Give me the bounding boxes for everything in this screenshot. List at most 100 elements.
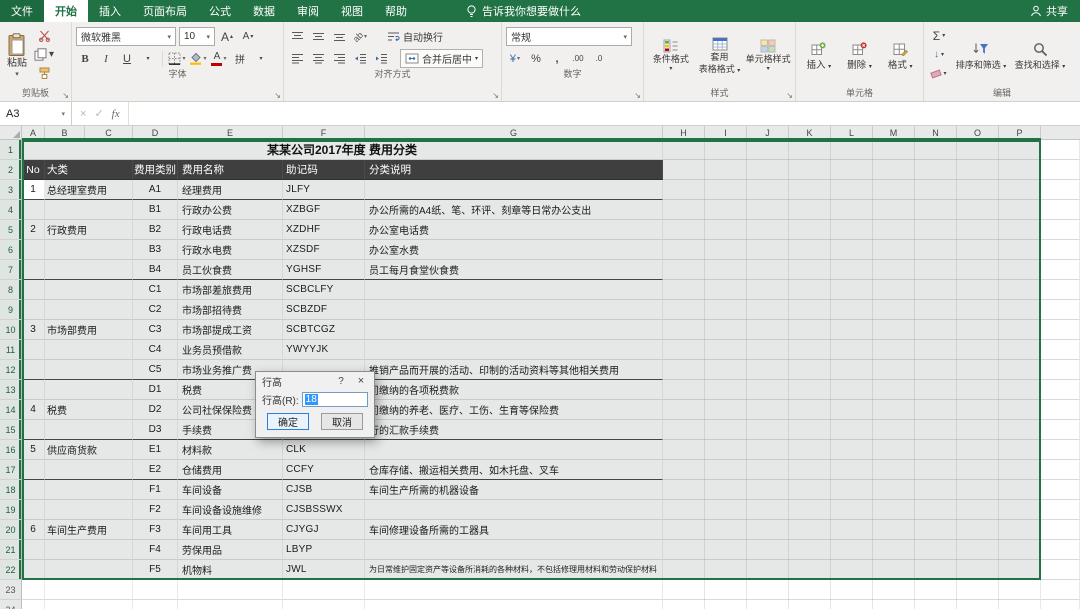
cell-code[interactable]: CLK [283, 440, 365, 460]
empty-cells-outside[interactable] [1041, 200, 1080, 220]
cell-no[interactable] [22, 500, 45, 520]
cell-type[interactable]: F1 [133, 480, 178, 500]
clipboard-dialog-launcher[interactable]: ↘ [62, 92, 69, 100]
cell-code[interactable]: YWYYJK [283, 340, 365, 360]
cell-description[interactable] [365, 540, 663, 560]
cell-category[interactable] [45, 380, 133, 400]
cell-code[interactable]: CCFY [283, 460, 365, 480]
cell-description[interactable]: 司缴纳的各项税费款 [365, 380, 663, 400]
cell-code[interactable]: XZBGF [283, 200, 365, 220]
cell-description[interactable] [365, 340, 663, 360]
wrap-text-button[interactable]: 自动换行 [383, 27, 447, 46]
cell-code[interactable]: SCBTCGZ [283, 320, 365, 340]
header-cell-code[interactable]: 助记码 [283, 160, 365, 180]
empty-cells-outside[interactable] [1041, 420, 1080, 440]
cell-code[interactable]: CJYGJ [283, 520, 365, 540]
percent-format-icon[interactable]: % [527, 50, 545, 68]
tab-文件[interactable]: 文件 [0, 0, 44, 22]
cancel-entry-icon[interactable]: × [80, 108, 86, 120]
phonetic-chevron-icon[interactable]: ▾ [252, 50, 270, 68]
bold-button[interactable]: B [76, 50, 94, 68]
cell-type[interactable]: D3 [133, 420, 178, 440]
align-top-icon[interactable] [288, 28, 306, 46]
row-header-12[interactable]: 12 [0, 360, 22, 380]
tab-数据[interactable]: 数据 [242, 0, 286, 22]
cell-empty[interactable] [45, 600, 133, 609]
insert-function-icon[interactable]: fx [112, 108, 120, 120]
cell-code[interactable]: SCBZDF [283, 300, 365, 320]
share-button[interactable]: 共享 [1018, 0, 1080, 22]
row-header-7[interactable]: 7 [0, 260, 22, 280]
cell-no[interactable] [22, 360, 45, 380]
cell-type[interactable]: F4 [133, 540, 178, 560]
cell-category[interactable] [45, 560, 133, 580]
cell-no[interactable] [22, 260, 45, 280]
cell-no[interactable] [22, 280, 45, 300]
cell-name[interactable]: 业务员预借款 [178, 340, 283, 360]
row-header-24[interactable]: 24 [0, 600, 22, 609]
empty-cells[interactable] [663, 360, 1041, 380]
row-header-14[interactable]: 14 [0, 400, 22, 420]
tab-插入[interactable]: 插入 [88, 0, 132, 22]
row-header-11[interactable]: 11 [0, 340, 22, 360]
cell-type[interactable]: E2 [133, 460, 178, 480]
cell-code[interactable]: XZSDF [283, 240, 365, 260]
cell-no[interactable] [22, 300, 45, 320]
empty-cells-outside[interactable] [1041, 400, 1080, 420]
merge-center-button[interactable]: 合并后居中 ▾ [400, 49, 483, 68]
insert-cells-button[interactable]: 插入 ▾ [800, 25, 838, 87]
cell-no[interactable]: 1 [22, 180, 45, 200]
cell-type[interactable]: C5 [133, 360, 178, 380]
cell-category[interactable] [45, 480, 133, 500]
cell-no[interactable] [22, 420, 45, 440]
font-size-combo[interactable]: 10▾ [179, 27, 215, 46]
cell-no[interactable]: 2 [22, 220, 45, 240]
row-header-4[interactable]: 4 [0, 200, 22, 220]
row-header-1[interactable]: 1 [0, 140, 22, 160]
cell-type[interactable]: C3 [133, 320, 178, 340]
fill-color-icon[interactable]: ▾ [189, 50, 207, 68]
empty-cells[interactable] [663, 400, 1041, 420]
cell-no[interactable] [22, 480, 45, 500]
row-header-17[interactable]: 17 [0, 460, 22, 480]
cell-name[interactable]: 车间设备设施维修 [178, 500, 283, 520]
cell-empty[interactable] [133, 600, 178, 609]
header-cell-type[interactable]: 费用类别 [133, 160, 178, 180]
confirm-entry-icon[interactable]: ✓ [94, 107, 103, 120]
cell-code[interactable]: JWL [283, 560, 365, 580]
cell-name[interactable]: 材料款 [178, 440, 283, 460]
empty-cells[interactable] [663, 460, 1041, 480]
cell-category[interactable] [45, 280, 133, 300]
fill-button[interactable]: ↓▾ [928, 46, 950, 63]
tab-帮助[interactable]: 帮助 [374, 0, 418, 22]
font-dialog-launcher[interactable]: ↘ [274, 92, 281, 100]
cell-description[interactable]: 车间修理设备所需的工器具 [365, 520, 663, 540]
format-as-table-button[interactable]: 套用 表格格式 ▾ [697, 25, 743, 87]
cell-description[interactable] [365, 180, 663, 200]
align-center-icon[interactable] [309, 50, 327, 68]
row-header-16[interactable]: 16 [0, 440, 22, 460]
cell-name[interactable]: 员工伙食费 [178, 260, 283, 280]
cell-category[interactable] [45, 300, 133, 320]
cell-type[interactable]: C2 [133, 300, 178, 320]
cell-code[interactable]: SCBCLFY [283, 280, 365, 300]
align-bottom-icon[interactable] [330, 28, 348, 46]
cell-name[interactable]: 市场部差旅费用 [178, 280, 283, 300]
empty-cells-outside[interactable] [1041, 440, 1080, 460]
cell-type[interactable]: B2 [133, 220, 178, 240]
cell-empty[interactable] [45, 580, 133, 600]
cell-type[interactable]: B3 [133, 240, 178, 260]
dialog-title-bar[interactable]: 行高 ? × [256, 372, 374, 390]
cell-category[interactable] [45, 460, 133, 480]
empty-cells-outside[interactable] [1041, 480, 1080, 500]
cell-description[interactable] [365, 320, 663, 340]
empty-cells-outside[interactable] [1041, 320, 1080, 340]
close-icon[interactable]: × [354, 375, 368, 387]
row-header-5[interactable]: 5 [0, 220, 22, 240]
empty-cells-outside[interactable] [1041, 540, 1080, 560]
cell-type[interactable]: D1 [133, 380, 178, 400]
cell-name[interactable]: 车间设备 [178, 480, 283, 500]
align-middle-icon[interactable] [309, 28, 327, 46]
font-name-combo[interactable]: 微软雅黑▾ [76, 27, 176, 46]
cell-category[interactable] [45, 420, 133, 440]
